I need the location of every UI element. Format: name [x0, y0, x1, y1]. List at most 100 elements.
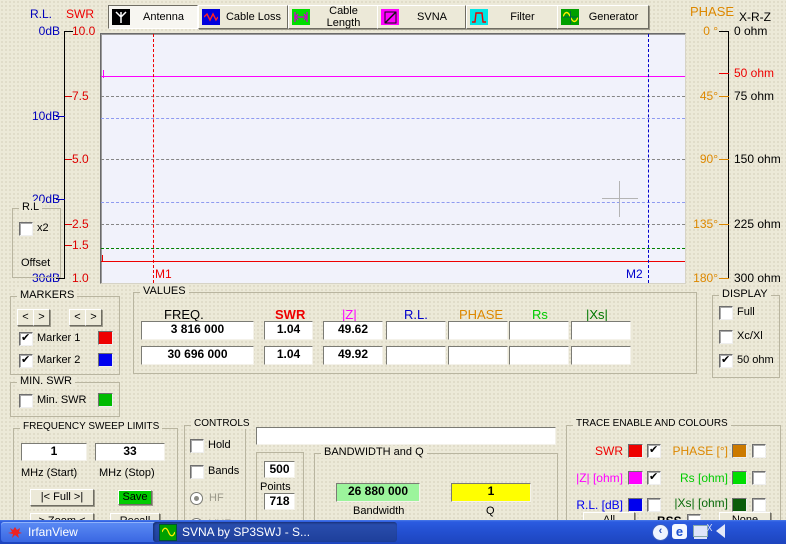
full-range-button[interactable]: |< Full >|: [30, 489, 94, 506]
trace-xs-swatch[interactable]: [732, 498, 747, 512]
phase-tick-180: 180°: [690, 271, 718, 285]
swr-tick-10: 10.0: [72, 24, 95, 38]
marker2-line[interactable]: [648, 34, 649, 283]
m2-phase-value[interactable]: [448, 346, 508, 365]
col-header-rl: R.L.: [404, 307, 428, 322]
tray-display-icon[interactable]: [693, 525, 708, 537]
stop-freq-input[interactable]: 33: [95, 443, 165, 461]
generator-button[interactable]: Generator: [557, 5, 649, 29]
ohm-tick-300: 300 ohm: [734, 271, 781, 285]
crosshair-cursor: [619, 181, 620, 217]
tray-signal-waves-icon[interactable]: ᳵ: [707, 522, 712, 535]
min-swr-color-swatch[interactable]: [98, 393, 113, 407]
svna-taskbar-icon: [159, 524, 177, 541]
filter-icon: [470, 9, 488, 25]
q-value[interactable]: 1: [451, 483, 531, 502]
svna-icon: [381, 9, 399, 25]
min-swr-checkbox[interactable]: [19, 394, 33, 408]
m2-rl-value[interactable]: [386, 346, 446, 365]
bandwidth-value[interactable]: 26 880 000: [336, 483, 420, 502]
x2-checkbox[interactable]: [19, 222, 33, 236]
marker2-prev-button[interactable]: <: [69, 309, 86, 326]
save-button[interactable]: Save: [118, 490, 152, 505]
hold-label: Hold: [208, 439, 231, 451]
taskbar-svna-button[interactable]: SVNA by SP3SWJ - S...: [153, 522, 397, 542]
min-swr-label: Min. SWR: [37, 394, 87, 406]
m1-swr-value[interactable]: 1.04: [264, 321, 313, 340]
phase-tick-mark: [719, 159, 729, 160]
trace-swr-swatch[interactable]: [628, 444, 643, 458]
m1-z-value[interactable]: 49.62: [323, 321, 383, 340]
points-bottom-input[interactable]: 718: [264, 493, 295, 510]
hold-checkbox[interactable]: [190, 439, 204, 453]
m2-freq-value[interactable]: 30 696 000: [141, 346, 254, 365]
phase-tick-90: 90°: [690, 152, 718, 166]
marker1-next-button[interactable]: >: [33, 309, 50, 326]
cable-length-button[interactable]: Cable Length: [288, 5, 378, 29]
cable-length-icon: [292, 9, 310, 25]
taskbar-svna-label: SVNA by SP3SWJ - S...: [182, 525, 310, 539]
hf-radio[interactable]: [190, 492, 203, 505]
display-xcxl-checkbox[interactable]: [719, 330, 733, 344]
trace-z-checkbox[interactable]: [647, 471, 661, 485]
rl-tick-mark: [56, 199, 65, 200]
m2-swr-value[interactable]: 1.04: [264, 346, 313, 365]
start-freq-input[interactable]: 1: [21, 443, 87, 461]
display-full-label: Full: [737, 306, 755, 318]
antenna-button[interactable]: Antenna: [108, 5, 198, 29]
bands-checkbox[interactable]: [190, 465, 204, 479]
swr-tick-5: 5.0: [72, 152, 89, 166]
rl-offset-group-title: R.L: [19, 201, 42, 213]
marker1-checkbox[interactable]: [19, 332, 33, 346]
marker1-color-swatch[interactable]: [98, 331, 113, 345]
display-full-checkbox[interactable]: [719, 306, 733, 320]
trace-rs-swatch[interactable]: [732, 471, 747, 485]
display-50ohm-checkbox[interactable]: [719, 354, 733, 368]
trace-swr-checkbox[interactable]: [647, 444, 661, 458]
ohm-tick-0: 0 ohm: [734, 24, 767, 38]
offset-label[interactable]: Offset: [21, 257, 50, 269]
trace-xs-checkbox[interactable]: [752, 498, 766, 512]
marker1-label: M1: [155, 267, 172, 281]
m2-rs-value[interactable]: [509, 346, 569, 365]
marker1-prev-button[interactable]: <: [17, 309, 34, 326]
trace-rl-swatch[interactable]: [628, 498, 643, 512]
svna-button-label: SVNA: [399, 11, 465, 23]
gridline-rl-20db: [101, 202, 685, 203]
swr-tick-mark: [65, 245, 72, 246]
windows-taskbar: IrfanView SVNA by SP3SWJ - S... ‹ e ᳵ: [0, 520, 786, 544]
tray-e-icon[interactable]: e: [672, 524, 687, 539]
m1-rs-value[interactable]: [509, 321, 569, 340]
phase-tick-mark: [719, 96, 729, 97]
message-input[interactable]: [256, 427, 556, 445]
m1-xs-value[interactable]: [571, 321, 631, 340]
m1-phase-value[interactable]: [448, 321, 508, 340]
trace-z-swatch[interactable]: [628, 471, 643, 485]
trace-phase-swatch[interactable]: [732, 444, 747, 458]
gridline-swr-7-5: [101, 96, 685, 97]
swr-axis-title: SWR: [66, 7, 94, 21]
m1-rl-value[interactable]: [386, 321, 446, 340]
marker2-checkbox[interactable]: [19, 354, 33, 368]
trace-rl-checkbox[interactable]: [647, 498, 661, 512]
marker1-line[interactable]: [153, 34, 154, 283]
m2-xs-value[interactable]: [571, 346, 631, 365]
rl-tick-10db: 10dB: [26, 109, 60, 123]
x2-checkbox-label: x2: [37, 222, 49, 234]
m2-z-value[interactable]: 49.92: [323, 346, 383, 365]
chart-plot-area[interactable]: M1 M2: [100, 33, 686, 284]
taskbar-irfanview-button[interactable]: IrfanView: [1, 522, 161, 542]
points-top-input[interactable]: 500: [264, 461, 295, 478]
col-header-phase: PHASE: [459, 307, 503, 322]
marker2-next-button[interactable]: >: [85, 309, 102, 326]
m1-freq-value[interactable]: 3 816 000: [141, 321, 254, 340]
filter-button[interactable]: Filter: [466, 5, 558, 29]
cable-loss-button[interactable]: Cable Loss: [198, 5, 288, 29]
trace-phase-checkbox[interactable]: [752, 444, 766, 458]
marker2-color-swatch[interactable]: [98, 353, 113, 367]
tray-collapse-chevron-icon[interactable]: ‹: [652, 524, 669, 541]
trace-rs-checkbox[interactable]: [752, 471, 766, 485]
tray-volume-icon[interactable]: [716, 524, 725, 538]
svna-button[interactable]: SVNA: [377, 5, 466, 29]
ohm-50-tick-mark: [719, 73, 729, 74]
